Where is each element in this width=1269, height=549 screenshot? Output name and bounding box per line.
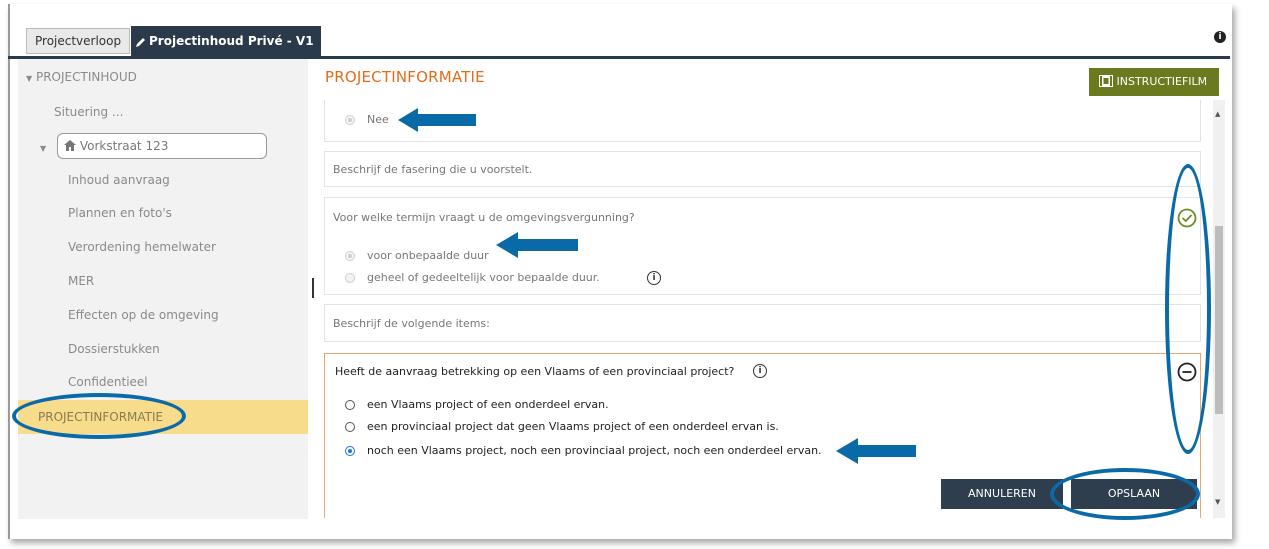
arrow-left-icon bbox=[398, 108, 476, 136]
scrollbar-thumb[interactable] bbox=[1215, 226, 1223, 414]
info-icon[interactable]: i bbox=[753, 364, 767, 378]
sidebar-item-mer[interactable]: MER bbox=[68, 274, 94, 288]
annotation-ellipse-icons bbox=[1165, 164, 1211, 454]
vlaams-radio-1[interactable] bbox=[345, 400, 355, 410]
termijn-radio-2 bbox=[345, 273, 355, 283]
sidebar-root-label: PROJECTINHOUD bbox=[35, 70, 137, 84]
arrow-left-icon bbox=[496, 232, 578, 262]
splitter-handle[interactable] bbox=[312, 278, 314, 298]
address-toggle[interactable]: ▼ bbox=[40, 140, 46, 154]
nee-radio bbox=[345, 115, 355, 125]
annotation-ellipse-save bbox=[1050, 468, 1200, 520]
triangle-down-icon[interactable]: ▼ bbox=[26, 74, 32, 83]
vlaams-opt3-label[interactable]: noch een Vlaams project, noch een provin… bbox=[367, 444, 822, 457]
film-icon bbox=[1099, 75, 1117, 88]
sidebar-item-dossierstukken[interactable]: Dossierstukken bbox=[68, 342, 160, 356]
vlaams-opt1-label[interactable]: een Vlaams project of een onderdeel erva… bbox=[367, 398, 609, 411]
termijn-question: Voor welke termijn vraagt u de omgevings… bbox=[333, 211, 635, 224]
vlaams-radio-2[interactable] bbox=[345, 422, 355, 432]
sidebar-item-address-label: Vorkstraat 123 bbox=[64, 139, 168, 153]
instructiefilm-button[interactable]: INSTRUCTIEFILM bbox=[1089, 68, 1219, 96]
tab-projectverloop[interactable]: Projectverloop bbox=[26, 28, 131, 54]
info-icon[interactable]: i bbox=[1214, 31, 1226, 43]
sidebar-item-inhoud[interactable]: Inhoud aanvraag bbox=[68, 173, 170, 187]
termijn-radio-1 bbox=[345, 251, 355, 261]
address-label: Vorkstraat 123 bbox=[79, 139, 169, 153]
scroll-down-icon[interactable]: ▼ bbox=[1215, 498, 1220, 506]
termijn-opt1-label: voor onbepaalde duur bbox=[367, 249, 489, 262]
triangle-down-icon[interactable]: ▼ bbox=[40, 144, 46, 153]
pencil-icon bbox=[135, 26, 147, 56]
sidebar bbox=[18, 59, 308, 519]
sidebar-item-plannen[interactable]: Plannen en foto's bbox=[68, 206, 172, 220]
scroll-up-icon[interactable]: ▲ bbox=[1215, 110, 1220, 118]
home-icon bbox=[64, 139, 80, 153]
form-content: Nee Beschrijf de fasering die u voorstel… bbox=[316, 100, 1211, 518]
vlaams-question: Heeft de aanvraag betrekking op een Vlaa… bbox=[335, 365, 735, 378]
tab-projectinhoud-label: Projectinhoud Privé - V1 bbox=[149, 34, 314, 48]
vlaams-radio-3[interactable] bbox=[345, 446, 355, 456]
card-items: Beschrijf de volgende items: bbox=[324, 304, 1201, 342]
sidebar-item-situering[interactable]: Situering ... bbox=[54, 105, 123, 119]
fasering-placeholder: Beschrijf de fasering die u voorstelt. bbox=[333, 163, 533, 176]
sidebar-item-hemelwater[interactable]: Verordening hemelwater bbox=[68, 240, 216, 254]
sidebar-item-effecten[interactable]: Effecten op de omgeving bbox=[68, 308, 219, 322]
page-title: PROJECTINFORMATIE bbox=[325, 68, 485, 86]
vlaams-opt2-label[interactable]: een provinciaal project dat geen Vlaams … bbox=[367, 420, 779, 433]
card-fasering[interactable]: Beschrijf de fasering die u voorstelt. bbox=[324, 151, 1201, 187]
card-termijn: Voor welke termijn vraagt u de omgevings… bbox=[324, 197, 1201, 295]
info-icon[interactable]: i bbox=[647, 271, 661, 285]
arrow-left-icon bbox=[836, 438, 916, 468]
items-label: Beschrijf de volgende items: bbox=[333, 317, 490, 330]
sidebar-item-confidentieel[interactable]: Confidentieel bbox=[68, 375, 148, 389]
annotation-ellipse-sidebar bbox=[12, 393, 186, 439]
sidebar-root[interactable]: ▼ PROJECTINHOUD bbox=[26, 70, 137, 84]
instructiefilm-label: INSTRUCTIEFILM bbox=[1116, 75, 1208, 88]
termijn-opt2-label: geheel of gedeeltelijk voor bepaalde duu… bbox=[367, 271, 600, 284]
cancel-button[interactable]: ANNULEREN bbox=[941, 479, 1063, 509]
tab-projectinhoud[interactable]: Projectinhoud Privé - V1 bbox=[131, 26, 321, 56]
nee-label: Nee bbox=[367, 113, 389, 126]
